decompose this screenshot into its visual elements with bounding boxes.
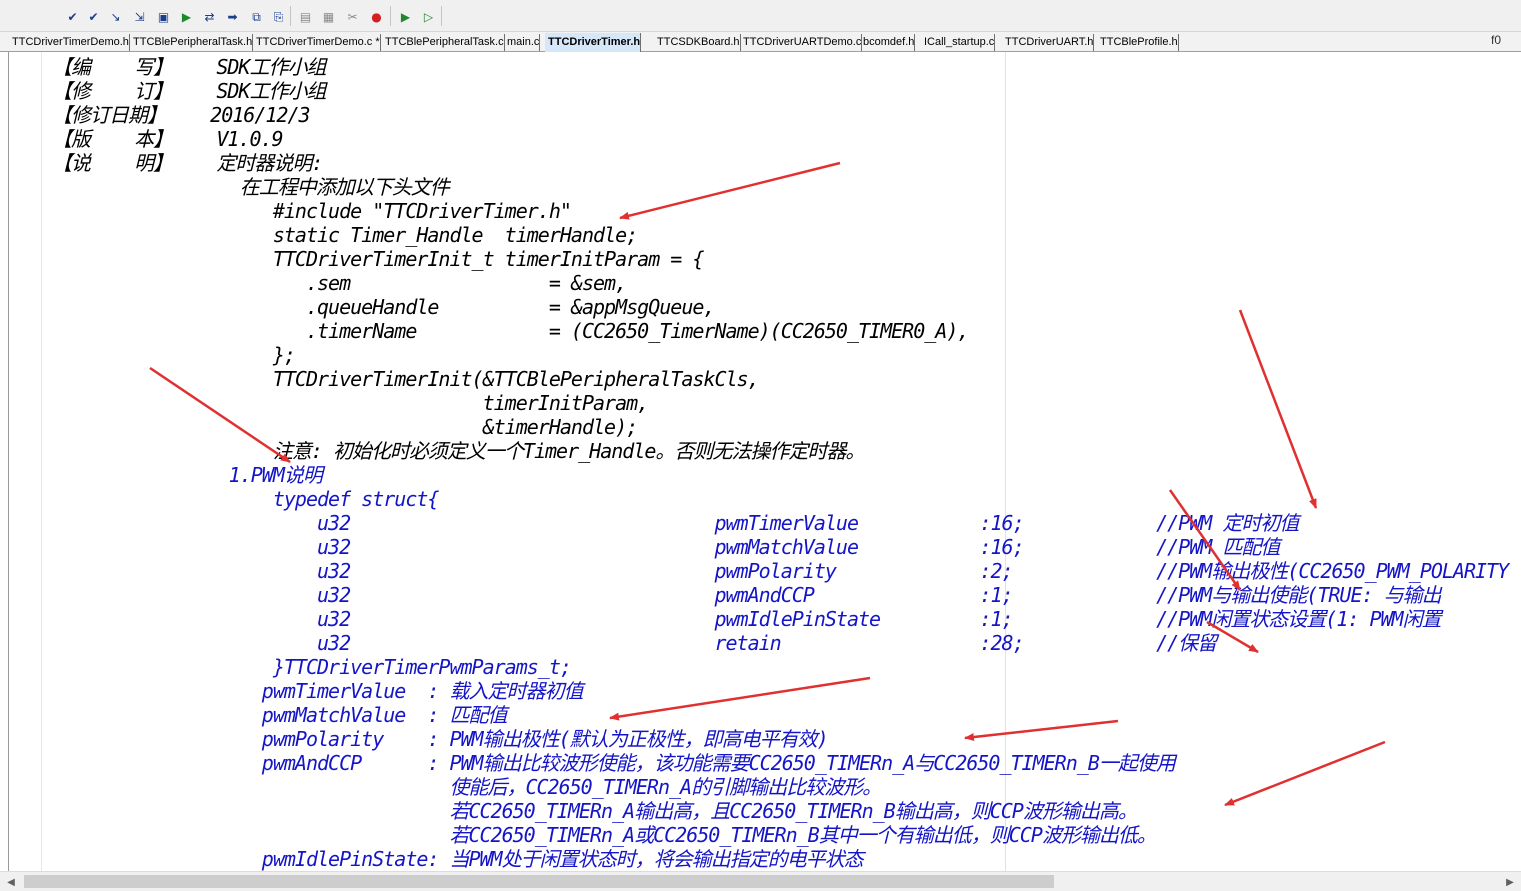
code-line: .queueHandle = &appMsgQueue,: [52, 295, 716, 319]
toolbar: ✔ ✔ ↘ ⇲ ▣ ▶ ⇄ ➡ ⧉ ⎘ ▤ ▦ ✂ ● ▶ ▷: [0, 0, 1521, 32]
scroll-left-arrow-icon[interactable]: ◀: [2, 873, 20, 891]
code-line: 注意: 初始化时必须定义一个Timer_Handle。否则无法操作定时器。: [52, 439, 866, 463]
code-line: timerInitParam,: [52, 391, 650, 415]
code-line: pwmPolarity : PWM输出极性(默认为正极性，即高电平有效): [52, 727, 829, 751]
toolbar-separator: [290, 6, 291, 26]
file-tab[interactable]: TTCDriverTimerDemo.h: [9, 34, 130, 51]
code-line: }TTCDriverTimerPwmParams_t;: [52, 655, 572, 679]
code-line: pwmTimerValue : 载入定时器初值: [52, 679, 584, 703]
code-editor[interactable]: 【编 写】 SDK工作小组 【修 订】 SDK工作小组 【修订日期】 2016/12…: [0, 52, 1521, 871]
column-guide-line: [1005, 52, 1006, 871]
file-tab[interactable]: TTCBlePeripheralTask.h: [130, 34, 254, 51]
arrow-right-icon[interactable]: ➡: [224, 8, 241, 25]
page-icon[interactable]: ▣: [155, 8, 172, 25]
file-tab[interactable]: ICall_startup.c: [921, 34, 996, 51]
scissors-icon[interactable]: ✂: [344, 8, 361, 25]
file-tab[interactable]: TTCBleProfile.h: [1097, 34, 1179, 51]
grid-icon[interactable]: ▦: [320, 8, 337, 25]
paste-icon[interactable]: ⎘: [270, 8, 287, 25]
code-line: u32 retain :28; //保留: [52, 631, 1217, 655]
doc-gray-icon[interactable]: ▤: [297, 8, 314, 25]
file-tab[interactable]: TTCDriverUARTDemo.c: [740, 34, 863, 51]
code-line: 使能后，CC2650_TIMERn_A的引脚输出比较波形。: [52, 775, 882, 799]
code-line: 【修 订】 SDK工作小组: [52, 79, 326, 103]
code-line: typedef struct{: [52, 487, 440, 511]
file-tab[interactable]: main.c: [504, 34, 541, 51]
code-line: 若CC2650_TIMERn_A或CC2650_TIMERn_B其中一个有输出低…: [52, 823, 1156, 847]
check-icon[interactable]: ✔: [64, 8, 81, 25]
file-tab[interactable]: TTCDriverTimerDemo.c *: [253, 34, 381, 51]
copy-icon[interactable]: ⧉: [248, 8, 265, 25]
code-line: TTCDriverTimerInit_t timerInitParam = {: [52, 247, 705, 271]
code-line: TTCDriverTimerInit(&TTCBlePeripheralTask…: [52, 367, 760, 391]
toolbar-separator: [390, 6, 391, 26]
code-line: u32 pwmMatchValue :16; //PWM 匹配值: [52, 535, 1280, 559]
code-line: u32 pwmAndCCP :1; //PWM与输出使能(TRUE: 与输出: [52, 583, 1442, 607]
toolbar-separator: [441, 6, 442, 26]
code-line: 1.PWM说明: [52, 463, 323, 487]
check-list-icon[interactable]: ⇲: [131, 8, 148, 25]
check-arrow-icon[interactable]: ↘: [107, 8, 124, 25]
file-tab[interactable]: TTCBlePeripheralTask.c: [382, 34, 505, 51]
horizontal-scrollbar[interactable]: ◀ ▶: [0, 871, 1521, 891]
stop-red-icon[interactable]: ●: [368, 8, 385, 25]
debug-step-icon[interactable]: ▷: [420, 8, 437, 25]
code-line: .timerName = (CC2650_TimerName)(CC2650_T…: [52, 319, 969, 343]
code-line: 【说 明】 定时器说明:: [52, 151, 323, 175]
code-line: 【修订日期】 2016/12/3: [52, 103, 311, 127]
file-tab-bar: TTCBleProfile.h TTCDriverUART.h ICall_star…: [0, 32, 1521, 52]
code-line: static Timer_Handle timerHandle;: [52, 223, 638, 247]
code-line: pwmMatchValue : 匹配值: [52, 703, 508, 727]
code-line: 若CC2650_TIMERn_A输出高，且CC2650_TIMERn_B输出高，…: [52, 799, 1137, 823]
code-line: 【编 写】 SDK工作小组: [52, 55, 326, 79]
debug-run-icon[interactable]: ▶: [397, 8, 414, 25]
editor-left-border: [8, 52, 9, 871]
editor-fold-margin: [41, 52, 42, 871]
arrows-left-right-icon[interactable]: ⇄: [201, 8, 218, 25]
code-line: u32 pwmTimerValue :16; //PWM 定时初值: [52, 511, 1299, 535]
tab-overflow-label[interactable]: f0: [1491, 33, 1501, 47]
play-green-icon[interactable]: ▶: [178, 8, 195, 25]
scroll-right-arrow-icon[interactable]: ▶: [1501, 873, 1519, 891]
file-tab[interactable]: TTCSDKBoard.h: [654, 34, 741, 51]
code-line: u32 pwmIdlePinState :1; //PWM闲置状态设置(1: P…: [52, 607, 1442, 631]
scrollbar-thumb[interactable]: [24, 875, 1054, 888]
double-check-icon[interactable]: ✔: [85, 8, 102, 25]
code-line: &timerHandle);: [52, 415, 639, 439]
code-line: .sem = &sem,: [52, 271, 627, 295]
code-line: pwmAndCCP : PWM输出比较波形使能，该功能需要CC2650_TIME…: [52, 751, 1176, 775]
file-tab-active[interactable]: TTCDriverTimer.h: [545, 33, 642, 52]
code-line: 在工程中添加以下头文件: [52, 175, 450, 199]
code-line: #include "TTCDriverTimer.h": [52, 199, 572, 223]
file-tab[interactable]: TTCDriverUART.h: [1002, 34, 1095, 51]
code-line: 【版 本】 V1.0.9: [52, 127, 284, 151]
code-line: };: [52, 343, 296, 367]
file-tab[interactable]: bcomdef.h: [860, 34, 916, 51]
code-line: pwmIdlePinState: 当PWM处于闲置状态时，将会输出指定的电平状态: [52, 847, 864, 871]
code-line: u32 pwmPolarity :2; //PWM输出极性(CC2650_PWM…: [52, 559, 1509, 583]
